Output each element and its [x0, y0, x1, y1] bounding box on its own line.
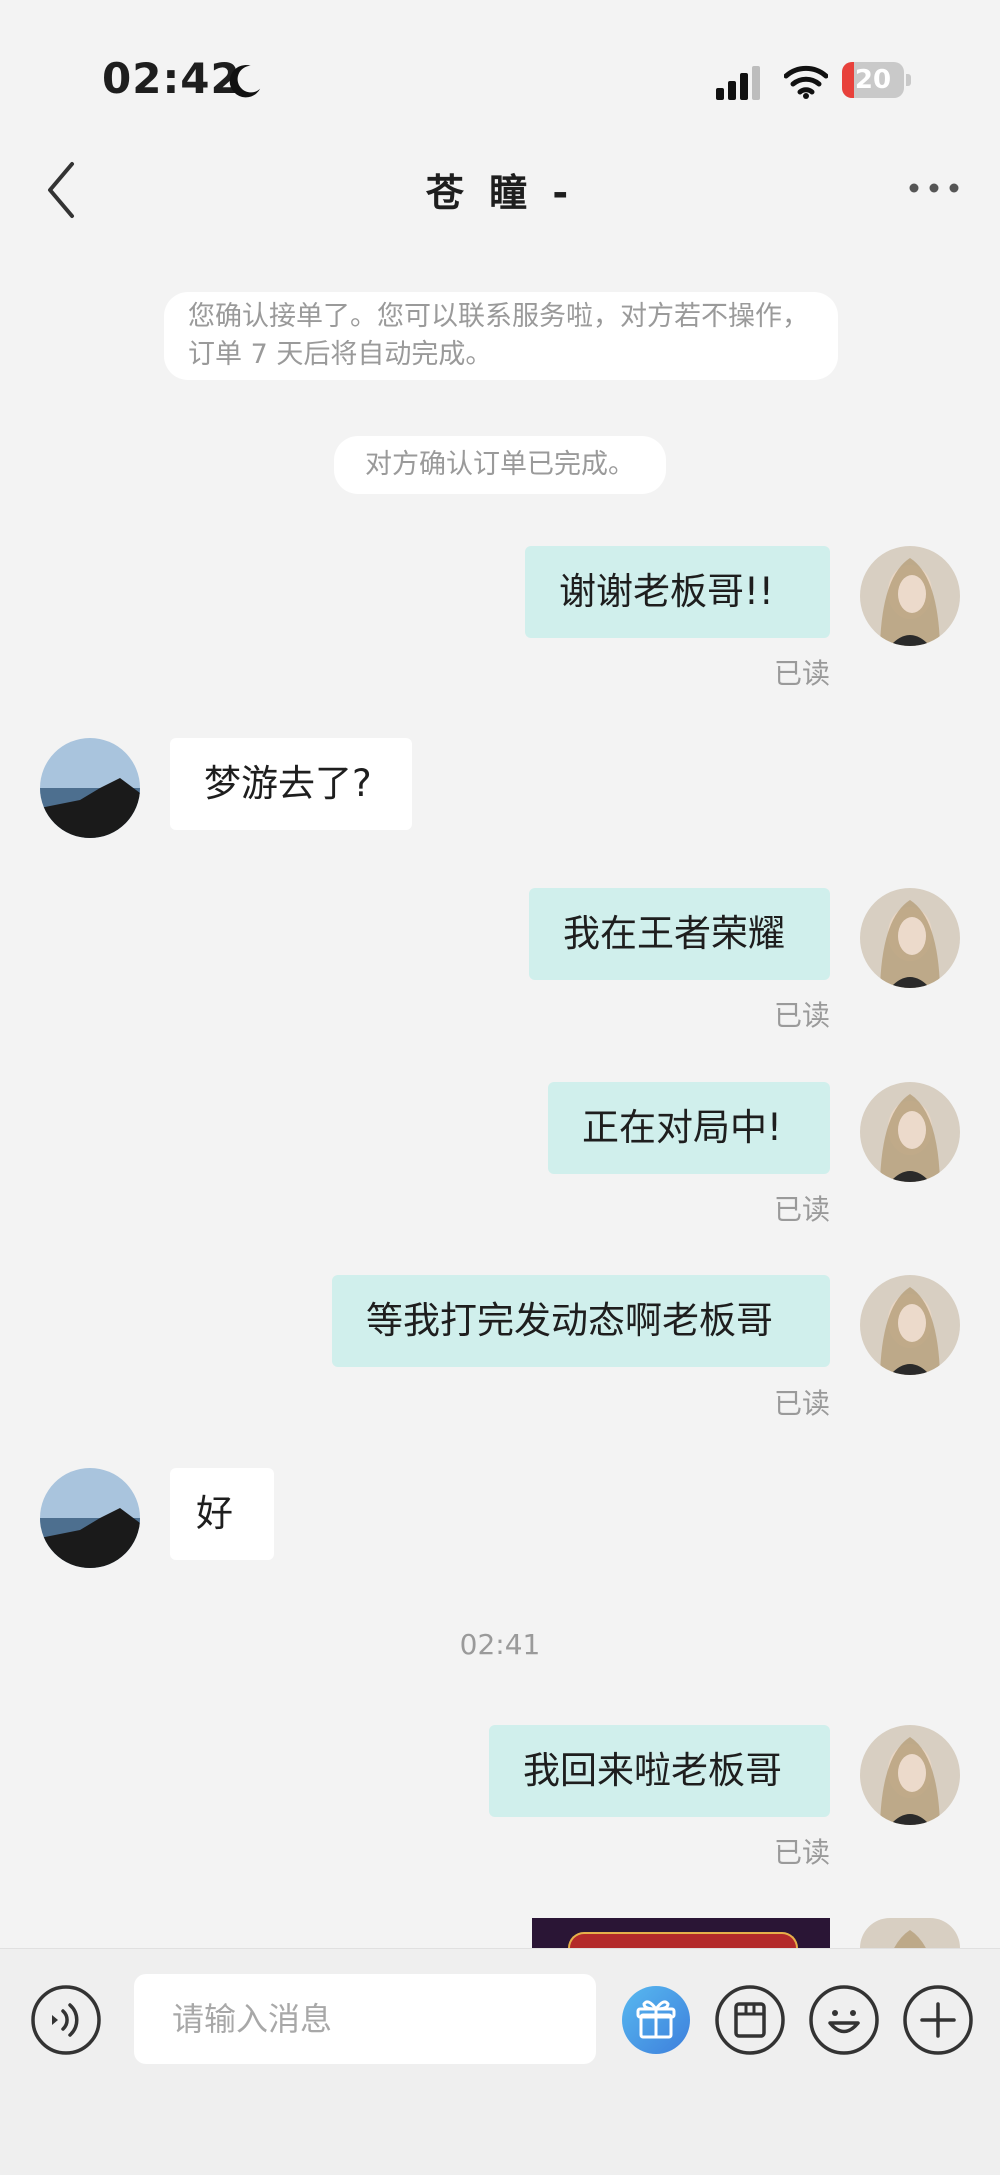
- status-time: 02:42: [102, 54, 241, 103]
- read-status: 已读: [773, 657, 830, 690]
- plus-icon[interactable]: [902, 1984, 974, 2056]
- contact-avatar[interactable]: [40, 1468, 140, 1568]
- contact-avatar[interactable]: [40, 738, 140, 838]
- my-avatar[interactable]: [860, 1275, 960, 1375]
- message-bubble-received[interactable]: 好: [170, 1468, 274, 1560]
- order-icon[interactable]: [714, 1984, 786, 2056]
- moon-icon: [229, 65, 261, 98]
- read-status: 已读: [773, 1193, 830, 1226]
- message-bubble-sent[interactable]: 正在对局中!: [548, 1082, 830, 1174]
- message-bubble-sent[interactable]: 等我打完发动态啊老板哥: [332, 1275, 830, 1367]
- my-avatar[interactable]: [860, 546, 960, 646]
- system-notice-order-completed: 对方确认订单已完成。: [334, 436, 666, 494]
- read-status: 已读: [773, 999, 830, 1032]
- my-avatar[interactable]: [860, 1918, 960, 1948]
- image-message[interactable]: [532, 1918, 830, 1948]
- more-options-button[interactable]: [900, 168, 968, 208]
- wifi-icon: [784, 65, 828, 99]
- status-bar: 02:42 20: [0, 0, 1000, 150]
- battery-indicator: 20: [842, 62, 912, 100]
- chat-title: 苍 瞳 -: [425, 171, 575, 215]
- my-avatar[interactable]: [860, 888, 960, 988]
- message-bubble-sent[interactable]: 我在王者荣耀: [529, 888, 830, 980]
- battery-level: 20: [854, 65, 892, 95]
- message-bubble-sent[interactable]: 谢谢老板哥!!: [525, 546, 830, 638]
- read-status: 已读: [773, 1836, 830, 1869]
- my-avatar[interactable]: [860, 1725, 960, 1825]
- emoji-icon[interactable]: [808, 1984, 880, 2056]
- voice-icon[interactable]: [30, 1984, 102, 2056]
- message-input[interactable]: [134, 1974, 596, 2064]
- chat-timestamp: 02:41: [459, 1628, 541, 1661]
- message-bubble-received[interactable]: 梦游去了?: [170, 738, 412, 830]
- message-bubble-sent[interactable]: 我回来啦老板哥: [489, 1725, 830, 1817]
- signal-icon: [716, 66, 760, 100]
- read-status: 已读: [773, 1387, 830, 1420]
- system-notice-order-accepted: 您确认接单了。您可以联系服务啦，对方若不操作，订单 7 天后将自动完成。: [164, 292, 838, 380]
- gift-icon[interactable]: [620, 1984, 692, 2056]
- my-avatar[interactable]: [860, 1082, 960, 1182]
